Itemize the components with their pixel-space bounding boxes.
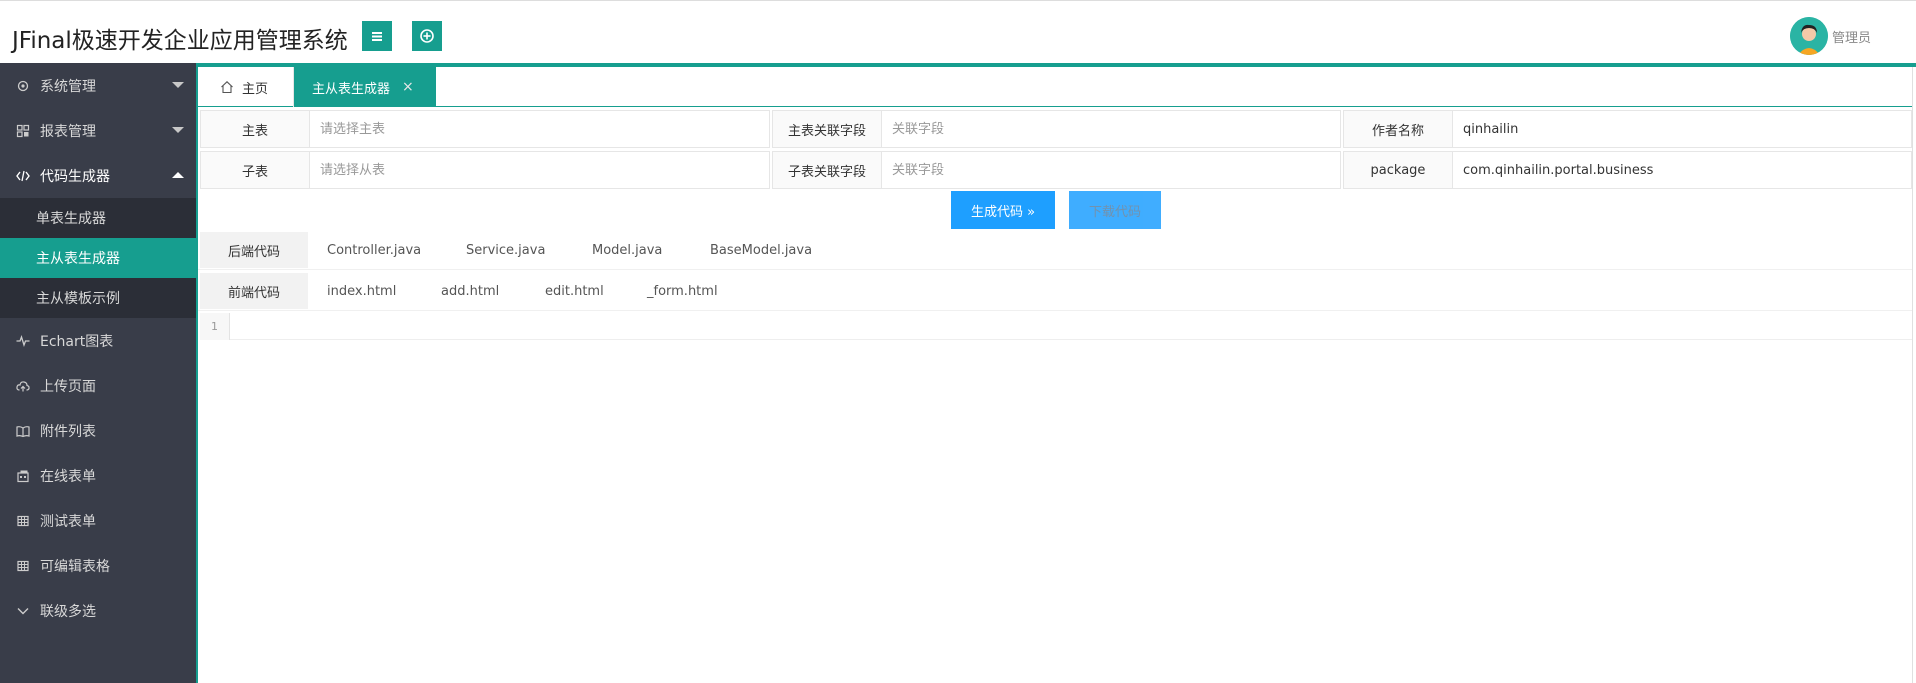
code-tab-add[interactable]: add.html [441, 271, 499, 311]
tab-label: 主从表生成器 [312, 81, 391, 97]
sidebar-item-echart[interactable]: Echart图表 [0, 318, 196, 363]
caret-down-icon [172, 82, 184, 88]
report-icon [16, 124, 30, 138]
table-icon [16, 559, 30, 573]
author-field[interactable] [1452, 110, 1912, 148]
sidebar-item-online-form[interactable]: 在线表单 [0, 453, 196, 498]
gear-icon [16, 79, 30, 93]
form-icon [16, 469, 30, 483]
code-tab-controller[interactable]: Controller.java [327, 230, 421, 270]
table-icon [16, 514, 30, 528]
sidebar-item-label: 在线表单 [40, 468, 96, 485]
sub-key-input[interactable] [892, 152, 1340, 188]
sidebar-item-editable-table[interactable]: 可编辑表格 [0, 543, 196, 588]
sub-key-label: 子表关联字段 [772, 151, 882, 189]
code-editor[interactable]: 1 [200, 313, 1912, 340]
tab-home-label: 主页 [242, 81, 269, 97]
sidebar-subnav-codegen: 单表生成器 主从表生成器 主从模板示例 [0, 198, 196, 318]
menu-toggle-button[interactable] [362, 21, 392, 51]
code-icon [16, 169, 30, 183]
form-row-main: 主表 主表关联字段 作者名称 [200, 110, 1912, 148]
code-tab-index[interactable]: index.html [327, 271, 396, 311]
top-header: JFinal极速开发企业应用管理系统 管理员 [0, 0, 1916, 63]
close-icon[interactable]: × [402, 79, 414, 95]
code-tab-edit[interactable]: edit.html [545, 271, 604, 311]
sidebar-item-test-form[interactable]: 测试表单 [0, 498, 196, 543]
sidebar-item-label: 测试表单 [40, 513, 96, 530]
author-label: 作者名称 [1343, 110, 1453, 148]
tab-master-detail-generator[interactable]: 主从表生成器 × [294, 67, 436, 107]
chevron-down-icon [16, 604, 30, 618]
sidebar-item-report[interactable]: 报表管理 [0, 108, 196, 153]
sidebar-subitem-template-example[interactable]: 主从模板示例 [0, 278, 196, 318]
cloud-upload-icon [16, 379, 30, 393]
code-tab-model[interactable]: Model.java [592, 230, 662, 270]
package-field[interactable] [1452, 151, 1912, 189]
sidebar-item-label: 报表管理 [40, 123, 96, 140]
book-icon [16, 424, 30, 438]
caret-down-icon [172, 127, 184, 133]
pulse-icon [16, 334, 30, 348]
sidebar-item-label: Echart图表 [40, 333, 114, 350]
code-tab-service[interactable]: Service.java [466, 230, 545, 270]
menu-icon [372, 32, 382, 41]
sidebar-subitem-master-detail[interactable]: 主从表生成器 [0, 238, 196, 278]
sidebar-item-label: 可编辑表格 [40, 558, 110, 575]
sidebar-item-system[interactable]: 系统管理 [0, 63, 196, 108]
generate-code-button[interactable]: 生成代码 » [951, 191, 1055, 229]
main-table-label: 主表 [200, 110, 310, 148]
frontend-code-row: 前端代码 index.html add.html edit.html _form… [198, 271, 1916, 311]
download-code-button[interactable]: 下载代码 [1069, 191, 1161, 229]
sidebar-item-cascade-select[interactable]: 联级多选 [0, 588, 196, 633]
sidebar-subitem-single-table[interactable]: 单表生成器 [0, 198, 196, 238]
sidebar-item-codegen[interactable]: 代码生成器 [0, 153, 196, 198]
tab-bar: 主页 主从表生成器 × [198, 67, 1916, 107]
author-input[interactable] [1463, 111, 1911, 147]
sidebar-item-attachments[interactable]: 附件列表 [0, 408, 196, 453]
sidebar-item-label: 附件列表 [40, 423, 96, 440]
avatar [1789, 17, 1828, 55]
form-row-sub: 子表 子表关联字段 package [200, 151, 1912, 189]
avatar-icon [1789, 17, 1828, 55]
sidebar-item-label: 上传页面 [40, 378, 96, 395]
sub-table-input[interactable] [320, 152, 769, 188]
sidebar-accent-edge [196, 63, 198, 683]
sub-table-label: 子表 [200, 151, 310, 189]
app-title: JFinal极速开发企业应用管理系统 [12, 28, 348, 54]
sub-table-select[interactable] [309, 151, 770, 189]
sub-key-select[interactable] [881, 151, 1341, 189]
sidebar-item-label: 代码生成器 [40, 168, 110, 185]
user-menu[interactable]: 管理员 [1789, 17, 1871, 55]
sidebar: 系统管理 报表管理 代码生成器 单表生成器 主从表生成器 主从模板示例 Echa… [0, 63, 196, 683]
main-table-input[interactable] [320, 111, 769, 147]
backend-code-label: 后端代码 [200, 232, 308, 268]
scrollbar[interactable] [1912, 67, 1916, 683]
plus-circle-icon [420, 29, 434, 43]
add-tab-button[interactable] [412, 21, 442, 51]
sidebar-item-label: 联级多选 [40, 603, 96, 620]
code-tab-form[interactable]: _form.html [647, 271, 718, 311]
sidebar-item-label: 系统管理 [40, 78, 96, 95]
package-label: package [1343, 151, 1453, 189]
frontend-code-label: 前端代码 [200, 273, 308, 309]
caret-up-icon [172, 172, 184, 178]
sidebar-item-upload[interactable]: 上传页面 [0, 363, 196, 408]
main-key-input[interactable] [892, 111, 1340, 147]
backend-code-row: 后端代码 Controller.java Service.java Model.… [198, 230, 1916, 270]
home-icon [221, 81, 233, 94]
tab-home[interactable]: 主页 [198, 67, 294, 107]
package-input[interactable] [1463, 152, 1911, 188]
user-name: 管理员 [1831, 30, 1871, 46]
line-number: 1 [200, 313, 230, 340]
main-table-select[interactable] [309, 110, 770, 148]
main-key-label: 主表关联字段 [772, 110, 882, 148]
main-key-select[interactable] [881, 110, 1341, 148]
code-tab-basemodel[interactable]: BaseModel.java [710, 230, 812, 270]
